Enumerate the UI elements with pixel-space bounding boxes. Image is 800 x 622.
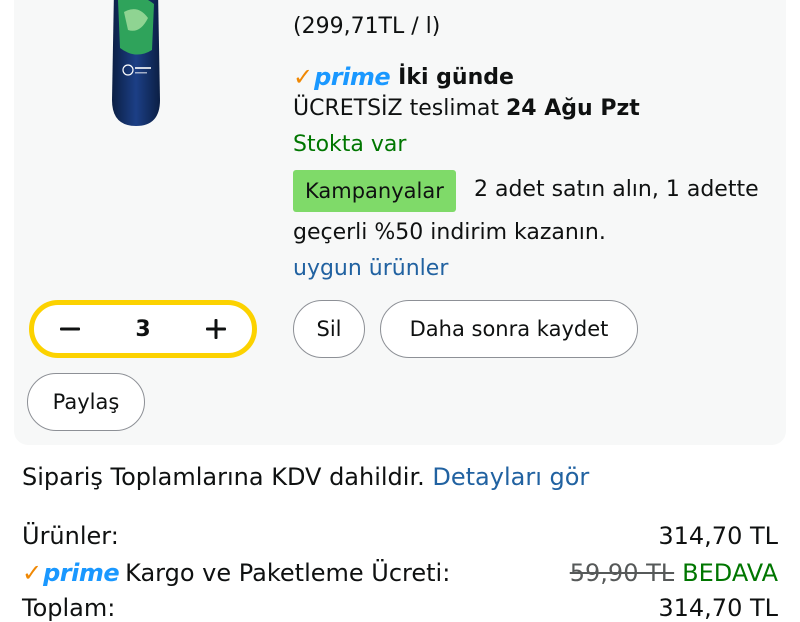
- vat-text: Sipariş Toplamlarına KDV dahildir.: [22, 463, 425, 491]
- prime-delivery-speed: İki günde: [398, 64, 514, 90]
- shipping-label-row: ✓ prime Kargo ve Paketleme Ücreti:: [22, 559, 450, 587]
- delivery-date: 24 Ağu Pzt: [506, 96, 640, 121]
- prime-logo: prime: [43, 559, 120, 587]
- increase-quantity-button[interactable]: [200, 313, 232, 345]
- minus-icon: [60, 327, 80, 331]
- promo-eligible-items-link[interactable]: uygun ürünler: [293, 256, 448, 281]
- quantity-stepper: 3: [29, 300, 257, 358]
- vat-notice: Sipariş Toplamlarına KDV dahildir. Detay…: [22, 463, 589, 491]
- items-value: 314,70 TL: [658, 522, 778, 550]
- vat-details-link[interactable]: Detayları gör: [432, 463, 589, 491]
- prime-check-icon: ✓: [293, 63, 314, 91]
- shipping-label: Kargo ve Paketleme Ücreti:: [125, 559, 451, 587]
- product-image[interactable]: [108, 0, 164, 128]
- delivery-prefix: ÜCRETSİZ teslimat: [293, 96, 499, 121]
- total-value: 314,70 TL: [658, 594, 778, 622]
- delivery-info: ÜCRETSİZ teslimat 24 Ağu Pzt: [293, 96, 640, 121]
- save-for-later-button[interactable]: Daha sonra kaydet: [380, 300, 638, 358]
- decrease-quantity-button[interactable]: [54, 313, 86, 345]
- unit-price: (299,71TL / l): [293, 14, 441, 39]
- promo-badge: Kampanyalar: [293, 170, 456, 212]
- shipping-free-label: BEDAVA: [682, 559, 778, 587]
- quantity-value: 3: [135, 316, 151, 342]
- delete-button[interactable]: Sil: [293, 300, 365, 358]
- share-button[interactable]: Paylaş: [27, 373, 145, 431]
- promo-text-line2: geçerli %50 indirim kazanın.: [293, 220, 606, 245]
- promo-text-line1: 2 adet satın alın, 1 adette: [474, 177, 759, 202]
- plus-icon: [206, 319, 226, 339]
- shipping-value: 59,90 TL BEDAVA: [570, 559, 778, 587]
- total-label: Toplam:: [22, 594, 116, 622]
- prime-check-icon: ✓: [22, 559, 43, 587]
- shipping-old-price: 59,90 TL: [569, 559, 675, 587]
- prime-logo: prime: [314, 63, 391, 91]
- stock-status: Stokta var: [293, 132, 407, 157]
- items-label: Ürünler:: [22, 522, 119, 550]
- prime-delivery-row: ✓ prime İki günde: [293, 62, 514, 92]
